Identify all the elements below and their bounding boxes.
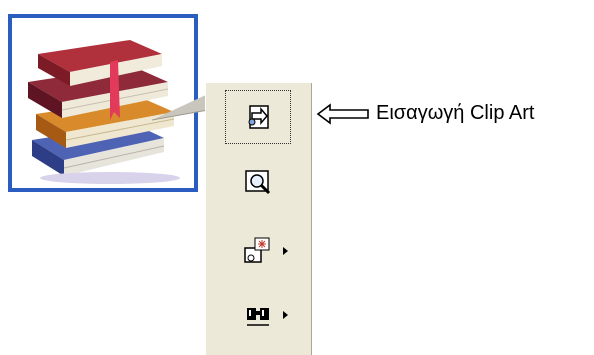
clip-effects-icon: [244, 237, 270, 263]
annotation: Εισαγωγή Clip Art: [316, 102, 534, 125]
submenu-arrow-icon: [283, 311, 288, 319]
callout-pointer: [151, 94, 209, 121]
binoculars-find-icon: [247, 308, 269, 326]
insert-clip-art-button[interactable]: [224, 89, 292, 145]
search-magnifier-icon: [245, 170, 271, 195]
find-clip-button[interactable]: [224, 287, 292, 343]
submenu-arrow-icon: [283, 247, 288, 255]
clip-effects-button[interactable]: [224, 223, 292, 279]
annotation-label: Εισαγωγή Clip Art: [376, 102, 535, 124]
left-arrow-icon: [316, 102, 369, 125]
picture-toolbar: [205, 82, 312, 355]
insert-clip-art-icon: [248, 105, 269, 129]
search-clip-art-button[interactable]: [224, 155, 292, 211]
